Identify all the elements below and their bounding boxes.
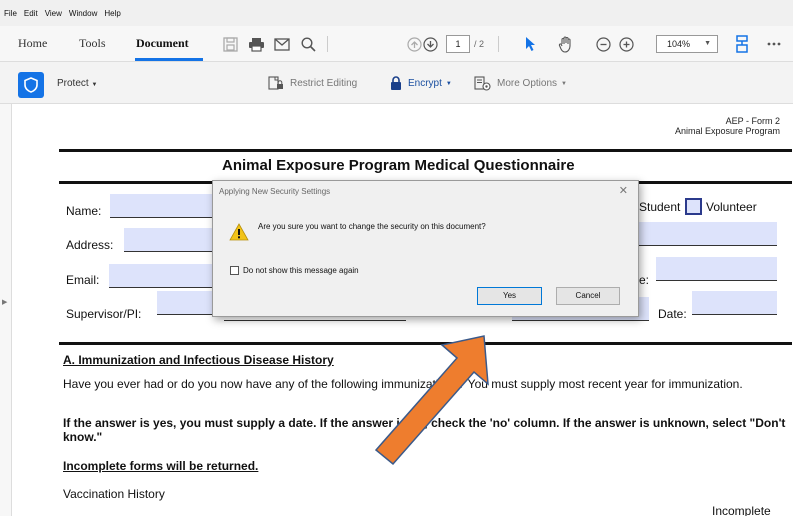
divider: [59, 149, 792, 152]
volunteer-checkbox[interactable]: [685, 198, 702, 215]
menu-view[interactable]: View: [45, 9, 62, 18]
vaccination-history-heading: Vaccination History: [63, 487, 165, 501]
document-title: Animal Exposure Program Medical Question…: [222, 157, 575, 174]
do-not-show-again-checkbox[interactable]: Do not show this message again: [230, 266, 359, 275]
phone-field[interactable]: [656, 257, 777, 281]
chevron-down-icon: ▼: [445, 80, 452, 87]
chevron-down-icon: ▼: [91, 82, 98, 88]
menu-edit[interactable]: Edit: [24, 9, 38, 18]
name-label: Name:: [66, 204, 102, 218]
protect-toolbar: Protect ▼ Restrict Editing Encrypt ▼ Mor…: [0, 62, 793, 104]
select-cursor-icon[interactable]: [520, 34, 540, 54]
supervisor-label: Supervisor/PI:: [66, 307, 142, 321]
navigation-pane-strip: ▶: [0, 104, 12, 516]
date-field[interactable]: [692, 291, 777, 315]
do-not-show-again-label: Do not show this message again: [243, 266, 359, 275]
protect-label: Protect: [57, 78, 89, 89]
protect-menu[interactable]: Protect ▼: [57, 78, 97, 89]
menu-file[interactable]: File: [4, 9, 17, 18]
more-options-doc-icon: [474, 76, 491, 91]
yes-button[interactable]: Yes: [477, 287, 542, 305]
more-options-icon[interactable]: [764, 34, 784, 54]
address-field-continued[interactable]: [639, 222, 777, 246]
restrict-editing-label: Restrict Editing: [290, 78, 358, 89]
tab-home[interactable]: Home: [18, 36, 47, 51]
save-icon[interactable]: [220, 34, 240, 54]
form-id: AEP - Form 2: [725, 116, 780, 126]
address-label: Address:: [66, 238, 114, 252]
tab-document[interactable]: Document: [136, 36, 189, 51]
menu-bar: File Edit View Window Help: [0, 0, 793, 26]
toolbar-separator: [498, 36, 499, 52]
more-options-button[interactable]: More Options ▼: [474, 76, 567, 91]
phone-label: e:: [639, 273, 650, 287]
warning-icon: [229, 223, 249, 241]
menu-window[interactable]: Window: [69, 9, 97, 18]
page-total: / 2: [474, 39, 485, 49]
encrypt-button[interactable]: Encrypt ▼: [390, 76, 452, 91]
email-label: Email:: [66, 273, 100, 287]
main-toolbar: Home Tools Document 1 / 2 104% ▼: [0, 26, 793, 62]
encrypt-label: Encrypt: [408, 78, 442, 89]
menu-help[interactable]: Help: [104, 9, 120, 18]
page-number-input[interactable]: 1: [446, 35, 470, 53]
dialog-message: Are you sure you want to change the secu…: [258, 222, 486, 231]
checkbox-box[interactable]: [230, 266, 239, 275]
shield-icon: [24, 77, 38, 93]
zoom-level-dropdown[interactable]: 104% ▼: [656, 35, 718, 53]
date-label: Date:: [658, 307, 687, 321]
zoom-level-value: 104%: [667, 39, 691, 49]
restrict-editing-button[interactable]: Restrict Editing: [268, 76, 357, 91]
email-icon[interactable]: [272, 34, 292, 54]
student-label: Student: [639, 200, 681, 214]
fit-page-icon[interactable]: [732, 34, 752, 54]
protect-tool-button[interactable]: [18, 72, 44, 98]
zoom-in-icon[interactable]: [616, 34, 636, 54]
dialog-title: Applying New Security Settings: [219, 187, 331, 196]
more-options-label: More Options: [497, 78, 558, 89]
active-tab-indicator: [135, 58, 203, 61]
search-icon[interactable]: [298, 34, 318, 54]
hand-tool-icon[interactable]: [556, 34, 576, 54]
program-name: Animal Exposure Program: [674, 126, 780, 136]
section-a-title: A. Immunization and Infectious Disease H…: [63, 353, 334, 367]
next-page-icon[interactable]: [420, 34, 440, 54]
restrict-editing-icon: [268, 76, 284, 91]
chevron-down-icon: ▼: [704, 40, 711, 47]
name-field[interactable]: [110, 194, 215, 218]
zoom-out-icon[interactable]: [593, 34, 613, 54]
print-icon[interactable]: [246, 34, 266, 54]
toolbar-separator: [327, 36, 328, 52]
annotation-arrow-icon: [374, 335, 489, 466]
email-field[interactable]: [109, 264, 215, 288]
tab-tools[interactable]: Tools: [79, 36, 106, 51]
chevron-down-icon: ▼: [561, 80, 567, 87]
lock-icon: [390, 76, 402, 91]
close-icon[interactable]: ✕: [619, 184, 628, 197]
security-settings-dialog: Applying New Security Settings ✕ Are you…: [212, 180, 639, 317]
expand-panel-icon[interactable]: ▶: [2, 298, 7, 306]
supervisor-field[interactable]: [157, 291, 215, 315]
address-field[interactable]: [124, 228, 215, 252]
cancel-button[interactable]: Cancel: [556, 287, 620, 305]
form-header: AEP - Form 2 Animal Exposure Program: [675, 116, 780, 136]
volunteer-label: Volunteer: [706, 200, 757, 214]
incomplete-column-label: Incomplete: [712, 504, 771, 516]
